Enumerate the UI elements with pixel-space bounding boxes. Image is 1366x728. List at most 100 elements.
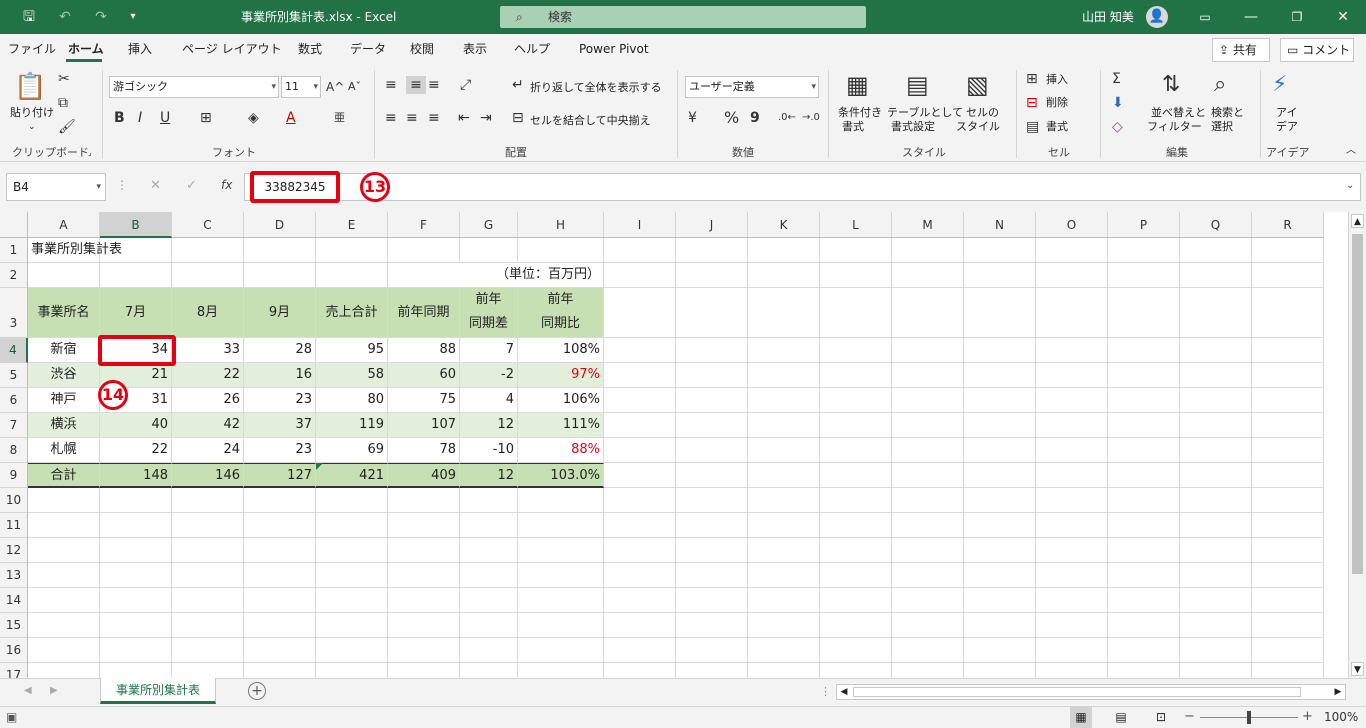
grid-cell[interactable] xyxy=(460,588,518,613)
cell-D9[interactable]: 127 xyxy=(244,463,316,488)
sort-filter-label-2[interactable]: フィルター xyxy=(1147,120,1202,134)
grid-cell[interactable] xyxy=(892,588,964,613)
grid-cell[interactable] xyxy=(100,563,172,588)
cell-styles-label-2[interactable]: スタイル xyxy=(956,120,1000,134)
tab-file[interactable]: ファイル xyxy=(8,34,56,64)
grid-cell[interactable] xyxy=(1252,263,1324,288)
grid-cell[interactable] xyxy=(1252,338,1324,363)
tab-formulas[interactable]: 数式 xyxy=(298,34,322,64)
currency-icon[interactable]: ¥ xyxy=(688,109,697,127)
tab-split-icon[interactable]: ⋮ xyxy=(820,685,831,698)
cell-B9[interactable]: 148 xyxy=(100,463,172,488)
column-header[interactable]: P xyxy=(1108,212,1180,238)
align-left-icon[interactable]: ≡ xyxy=(385,109,397,127)
cell-E4[interactable]: 95 xyxy=(316,338,388,363)
row-header[interactable]: 6 xyxy=(0,388,28,413)
grid-cell[interactable] xyxy=(1180,413,1252,438)
cell-E8[interactable]: 69 xyxy=(316,438,388,463)
grid-cell[interactable] xyxy=(172,663,244,678)
grid-cell[interactable] xyxy=(748,563,820,588)
zoom-level[interactable]: 100% xyxy=(1324,710,1358,724)
column-header[interactable]: A xyxy=(28,212,100,238)
font-name-select[interactable]: 游ゴシック ▾ xyxy=(109,76,279,98)
grid-cell[interactable] xyxy=(28,663,100,678)
tab-data[interactable]: データ xyxy=(350,34,386,64)
wrap-text-icon[interactable]: ↵ xyxy=(512,76,524,94)
grid-cell[interactable] xyxy=(316,613,388,638)
grid-cell[interactable] xyxy=(1252,363,1324,388)
grid-cell[interactable] xyxy=(172,488,244,513)
grid-cell[interactable] xyxy=(1252,463,1324,488)
grid-cell[interactable] xyxy=(28,263,100,288)
grid-cell[interactable] xyxy=(1036,438,1108,463)
column-header[interactable]: L xyxy=(820,212,892,238)
find-select-icon[interactable]: ⌕ xyxy=(1214,70,1226,100)
clear-icon[interactable]: ◇ xyxy=(1112,118,1123,136)
grid-cell[interactable] xyxy=(676,238,748,263)
zoom-in-icon[interactable]: + xyxy=(1302,709,1313,724)
grid-cell[interactable] xyxy=(244,663,316,678)
grid-cell[interactable] xyxy=(1180,513,1252,538)
row-header[interactable]: 2 xyxy=(0,263,28,288)
grid-cell[interactable] xyxy=(676,338,748,363)
column-header[interactable]: O xyxy=(1036,212,1108,238)
grid-cell[interactable] xyxy=(316,488,388,513)
grid-cell[interactable] xyxy=(820,263,892,288)
cell-F7[interactable]: 107 xyxy=(388,413,460,438)
grid-cell[interactable] xyxy=(892,613,964,638)
grid-cell[interactable] xyxy=(604,238,676,263)
quick-access-dropdown-icon[interactable]: ▾ xyxy=(118,0,148,34)
cell-G2[interactable]: （単位：百万円） xyxy=(388,263,604,288)
page-break-view-icon[interactable]: ⊡ xyxy=(1150,707,1172,728)
row-header[interactable]: 14 xyxy=(0,588,28,613)
column-header[interactable]: D xyxy=(244,212,316,238)
grid-cell[interactable] xyxy=(244,588,316,613)
grid-cell[interactable] xyxy=(1036,413,1108,438)
grid-cell[interactable] xyxy=(460,663,518,678)
cell-F8[interactable]: 78 xyxy=(388,438,460,463)
align-right-icon[interactable]: ≡ xyxy=(428,109,440,127)
grid-cell[interactable] xyxy=(820,563,892,588)
grid-cell[interactable] xyxy=(1036,238,1108,263)
cell-F3[interactable]: 前年同期 xyxy=(388,288,460,338)
grid-cell[interactable] xyxy=(172,588,244,613)
column-header[interactable]: F xyxy=(388,212,460,238)
row-header[interactable]: 5 xyxy=(0,363,28,388)
grid-cell[interactable] xyxy=(1108,463,1180,488)
redo-icon[interactable]: ↷ xyxy=(86,0,116,34)
grid-cell[interactable] xyxy=(1108,288,1180,338)
grid-cell[interactable] xyxy=(748,413,820,438)
cell-E3[interactable]: 売上合計 xyxy=(316,288,388,338)
grid-cell[interactable] xyxy=(820,413,892,438)
grid-cell[interactable] xyxy=(964,238,1036,263)
grid-cell[interactable] xyxy=(172,613,244,638)
decrease-font-icon[interactable]: Aˇ xyxy=(348,78,361,96)
grid-cell[interactable] xyxy=(1180,438,1252,463)
row-header[interactable]: 8 xyxy=(0,438,28,463)
normal-view-icon[interactable]: ▦ xyxy=(1070,707,1092,728)
wrap-text-button[interactable]: 折り返して全体を表示する xyxy=(530,81,662,95)
grid-cell[interactable] xyxy=(676,513,748,538)
cell-B8[interactable]: 22 xyxy=(100,438,172,463)
grid-cell[interactable] xyxy=(1036,588,1108,613)
grid-cell[interactable] xyxy=(604,613,676,638)
grid-cell[interactable] xyxy=(820,538,892,563)
grid-cell[interactable] xyxy=(460,513,518,538)
ideas-label-2[interactable]: デア xyxy=(1276,120,1298,134)
borders-icon[interactable]: ⊞ xyxy=(200,109,212,127)
row-header[interactable]: 11 xyxy=(0,513,28,538)
grid-cell[interactable] xyxy=(892,263,964,288)
tab-insert[interactable]: 挿入 xyxy=(128,34,152,64)
grid-cell[interactable] xyxy=(748,663,820,678)
cancel-icon[interactable]: ✕ xyxy=(150,178,161,193)
cell-G6[interactable]: 4 xyxy=(460,388,518,413)
font-color-icon[interactable]: A xyxy=(286,109,296,127)
grid-cell[interactable] xyxy=(1252,613,1324,638)
merge-center-icon[interactable]: ⊟ xyxy=(512,109,524,127)
grid-cell[interactable] xyxy=(748,638,820,663)
grid-cell[interactable] xyxy=(28,588,100,613)
grid-cell[interactable] xyxy=(748,263,820,288)
grid-cell[interactable] xyxy=(172,638,244,663)
column-header[interactable]: K xyxy=(748,212,820,238)
horizontal-scroll-thumb[interactable] xyxy=(853,687,1301,697)
